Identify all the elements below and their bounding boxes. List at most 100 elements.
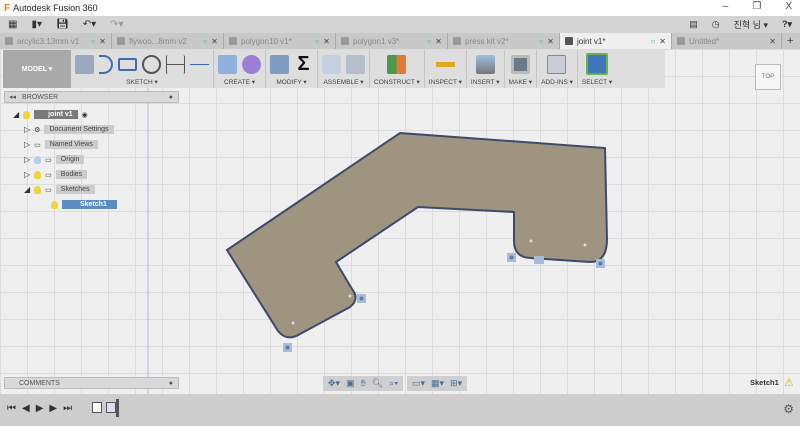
sketch-menu[interactable]: SKETCH ▾ [126,78,157,86]
assemble-menu[interactable]: ASSEMBLE ▾ [323,78,363,86]
play-icon[interactable]: ▶ [36,403,44,414]
insert-image-icon[interactable] [475,54,495,74]
pan-icon[interactable]: ✋︎ [361,378,366,389]
visibility-bulb-icon[interactable] [51,200,58,209]
dimension-icon[interactable] [166,54,185,74]
sketch-point[interactable] [509,255,514,260]
tab-arcylic[interactable]: arcylic3.13mm v1 ○ ✕ [0,33,112,49]
tab-flywoo[interactable]: flywoo...8mm v2 ○ ✕ [112,33,224,49]
sum-icon[interactable]: Σ [294,54,313,74]
new-component-icon[interactable] [322,54,341,74]
visibility-bulb-icon[interactable] [34,170,42,179]
close-tab-icon[interactable]: ✕ [769,37,776,46]
close-tab-icon[interactable]: ✕ [323,37,330,46]
expand-icon[interactable]: ▷ [24,140,30,149]
close-tab-icon[interactable]: ✕ [435,37,442,46]
gear-icon[interactable]: ⚙ [783,402,794,416]
modify-menu[interactable]: MODIFY ▾ [276,78,306,86]
grid-settings-icon[interactable]: ▦▾ [431,378,444,389]
timeline-feature[interactable] [106,402,116,413]
go-to-end-icon[interactable]: ⏭ [63,403,72,414]
tree-item-sketch1[interactable]: Sketch1 [51,200,117,209]
root-component[interactable]: joint v1 [34,110,78,119]
expand-icon[interactable]: ▷ [24,170,30,179]
zoom-icon[interactable]: 🔍︎ [372,378,383,389]
close-tab-icon[interactable]: ✕ [659,37,666,46]
step-back-icon[interactable]: ◀ [22,403,30,414]
tree-item-named-views[interactable]: ▷ ▭ Named Views [24,140,98,149]
clock-icon[interactable]: ◷ [712,19,720,30]
sketch-point[interactable] [285,345,290,350]
joint-icon[interactable] [346,54,365,74]
job-status-icon[interactable]: ▤ [689,19,698,30]
close-tab-icon[interactable]: ✕ [547,37,554,46]
new-tab-button[interactable]: + [782,33,798,49]
collapse-icon[interactable]: ◂◂ [9,93,16,101]
app-grid-icon[interactable]: ▦ [8,19,17,30]
timeline-feature-sketch[interactable] [92,402,102,413]
create-menu[interactable]: CREATE ▾ [224,78,255,86]
browser-panel-header[interactable]: ◂◂ BROWSER ● [4,91,179,103]
user-menu[interactable]: 진혁 님 ▾ [734,18,768,31]
restore-button[interactable]: ❐ [752,1,761,12]
sketch-profile[interactable] [225,131,609,339]
tab-joint[interactable]: joint v1* ○ ✕ [560,33,672,49]
expand-icon[interactable]: ▷ [24,155,30,164]
workspace-switcher[interactable]: MODEL ▾ [3,50,71,88]
go-to-start-icon[interactable]: ⏮ [7,403,16,414]
timeline-marker[interactable] [116,399,119,417]
close-button[interactable]: X [785,1,792,12]
view-cube[interactable]: TOP [755,64,781,90]
minimize-button[interactable]: – [723,1,729,12]
select-icon[interactable] [585,53,608,75]
expand-icon[interactable]: ▷ [24,125,30,134]
visibility-bulb-icon[interactable] [34,155,42,164]
measure-icon[interactable] [435,54,455,74]
comments-panel[interactable]: COMMENTS ● [4,377,179,389]
make-menu[interactable]: MAKE ▾ [509,78,533,86]
display-settings-icon[interactable]: ▭▾ [412,378,425,389]
construct-menu[interactable]: CONSTRUCT ▾ [374,78,420,86]
create-sketch-icon[interactable] [75,54,94,74]
scripts-icon[interactable] [547,54,567,74]
expand-icon[interactable]: ◢ [24,185,30,194]
browser-options-icon[interactable]: ● [169,94,173,101]
step-forward-icon[interactable]: ▶ [49,403,57,414]
tree-root[interactable]: ◢ joint v1 ◉ [13,110,88,119]
visibility-bulb-icon[interactable] [34,185,42,194]
inspect-menu[interactable]: INSPECT ▾ [429,78,462,86]
viewports-icon[interactable]: ⊞▾ [450,378,462,389]
press-pull-icon[interactable] [270,54,289,74]
extrude-icon[interactable] [218,54,237,74]
sketch-point[interactable] [598,261,603,266]
tree-item-origin[interactable]: ▷ ▭ Origin [24,155,85,164]
add-ins-menu[interactable]: ADD-INS ▾ [541,78,573,86]
circle-icon[interactable] [142,54,161,74]
tree-item-document-settings[interactable]: ▷ ⚙ Document Settings [24,125,114,134]
help-menu[interactable]: ?▾ [782,19,792,30]
form-icon[interactable] [242,54,261,74]
tree-item-bodies[interactable]: ▷ ▭ Bodies [24,170,88,179]
file-menu-icon[interactable]: ▮▾ [31,19,42,30]
tab-untitled[interactable]: Untitled* ✕ [672,33,782,49]
close-tab-icon[interactable]: ✕ [211,37,218,46]
spline-icon[interactable] [99,54,113,74]
expand-icon[interactable]: ◢ [13,110,19,119]
orbit-icon[interactable]: ✥▾ [328,378,340,389]
tab-press-kit[interactable]: press kit v2* ○ ✕ [448,33,560,49]
warning-icon[interactable]: ⚠ [784,376,794,389]
offset-plane-icon[interactable] [387,54,407,74]
insert-menu[interactable]: INSERT ▾ [471,78,500,86]
tree-item-sketches[interactable]: ◢ ▭ Sketches [24,185,95,194]
select-menu[interactable]: SELECT ▾ [582,78,612,86]
activate-radio-icon[interactable]: ◉ [82,111,88,119]
redo-icon[interactable]: ↷▾ [110,19,123,30]
constraint-marker[interactable] [534,256,544,264]
close-tab-icon[interactable]: ✕ [99,37,106,46]
comments-options-icon[interactable]: ● [169,380,173,387]
sketch-point[interactable] [359,296,364,301]
construction-line-icon[interactable] [190,54,209,74]
fit-icon[interactable]: ⌕▾ [389,378,398,389]
visibility-bulb-icon[interactable] [23,110,31,119]
tab-polygon10[interactable]: polygon10 v1* ○ ✕ [224,33,336,49]
